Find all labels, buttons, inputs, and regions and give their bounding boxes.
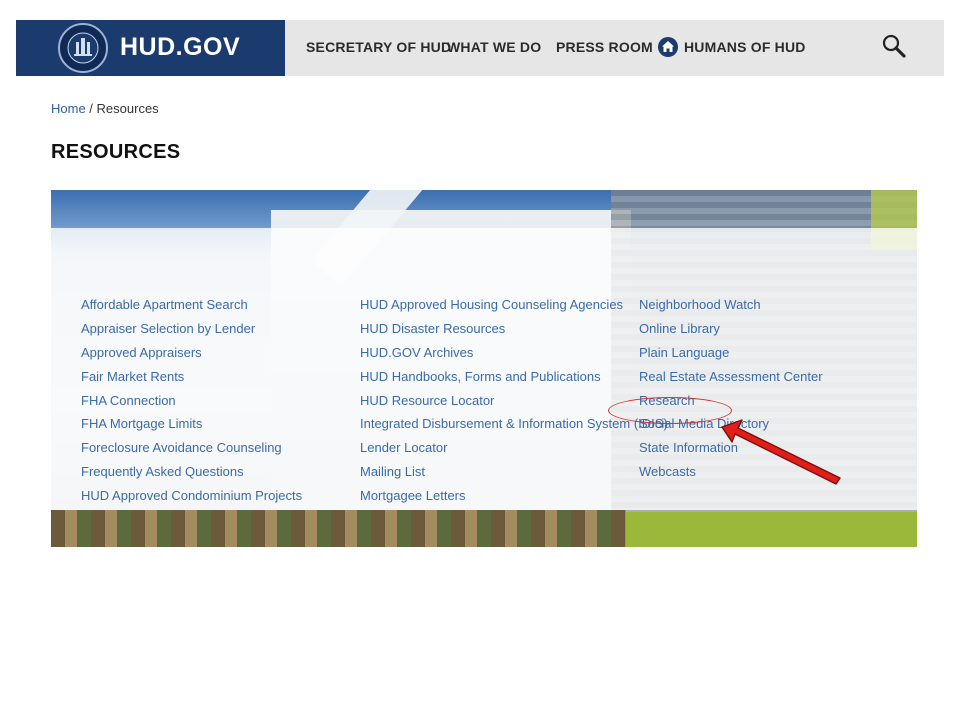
- breadcrumb-home-link[interactable]: Home: [51, 101, 86, 116]
- breadcrumb-separator: /: [85, 101, 97, 116]
- resource-link[interactable]: HUD Approved Housing Counseling Agencies: [360, 295, 668, 319]
- resources-hero-image: Affordable Apartment Search Appraiser Se…: [51, 190, 917, 547]
- nav-humans-of-hud[interactable]: HUMANS OF HUD: [684, 39, 806, 55]
- nav-press-room[interactable]: PRESS ROOM: [556, 39, 653, 55]
- resource-link[interactable]: HUD Handbooks, Forms and Publications: [360, 367, 668, 391]
- resource-link[interactable]: Plain Language: [639, 343, 823, 367]
- search-icon[interactable]: [880, 32, 908, 65]
- resource-link[interactable]: HUD.GOV Archives: [360, 343, 668, 367]
- hud-seal-icon: [58, 23, 108, 73]
- breadcrumb-current: Resources: [96, 101, 159, 116]
- page-title: RESOURCES: [51, 141, 181, 163]
- resource-link[interactable]: Foreclosure Avoidance Counseling: [81, 438, 302, 462]
- annotation-highlight-circle: [608, 397, 732, 424]
- site-logo-text: HUD.GOV: [120, 33, 241, 61]
- resources-column-1: Affordable Apartment Search Appraiser Se…: [81, 295, 302, 510]
- hero-green-wall: [626, 512, 917, 547]
- resource-link[interactable]: FHA Mortgage Limits: [81, 414, 302, 438]
- resource-link[interactable]: Lender Locator: [360, 438, 668, 462]
- resource-link[interactable]: Approved Appraisers: [81, 343, 302, 367]
- resource-link[interactable]: Online Library: [639, 319, 823, 343]
- red-arrow-icon: [721, 419, 841, 485]
- breadcrumb: Home / Resources: [51, 101, 159, 116]
- resource-link[interactable]: Affordable Apartment Search: [81, 295, 302, 319]
- resource-link[interactable]: Frequently Asked Questions: [81, 462, 302, 486]
- nav-secretary-of-hud[interactable]: SECRETARY OF HUD: [306, 39, 451, 55]
- hero-trees: [51, 510, 626, 547]
- resource-link[interactable]: Fair Market Rents: [81, 367, 302, 391]
- brand-block[interactable]: HUD.GOV: [16, 20, 285, 76]
- resource-link[interactable]: HUD Disaster Resources: [360, 319, 668, 343]
- site-header: HUD.GOV SECRETARY OF HUD WHAT WE DO PRES…: [16, 20, 944, 76]
- resource-link[interactable]: Mailing List: [360, 462, 668, 486]
- resource-link[interactable]: FHA Connection: [81, 391, 302, 415]
- home-icon: [658, 37, 678, 57]
- resource-link[interactable]: Appraiser Selection by Lender: [81, 319, 302, 343]
- resource-link[interactable]: Real Estate Assessment Center: [639, 367, 823, 391]
- resource-link[interactable]: Mortgagee Letters: [360, 486, 668, 510]
- resource-link[interactable]: HUD Approved Condominium Projects: [81, 486, 302, 510]
- nav-what-we-do[interactable]: WHAT WE DO: [447, 39, 541, 55]
- resource-link[interactable]: Neighborhood Watch: [639, 295, 823, 319]
